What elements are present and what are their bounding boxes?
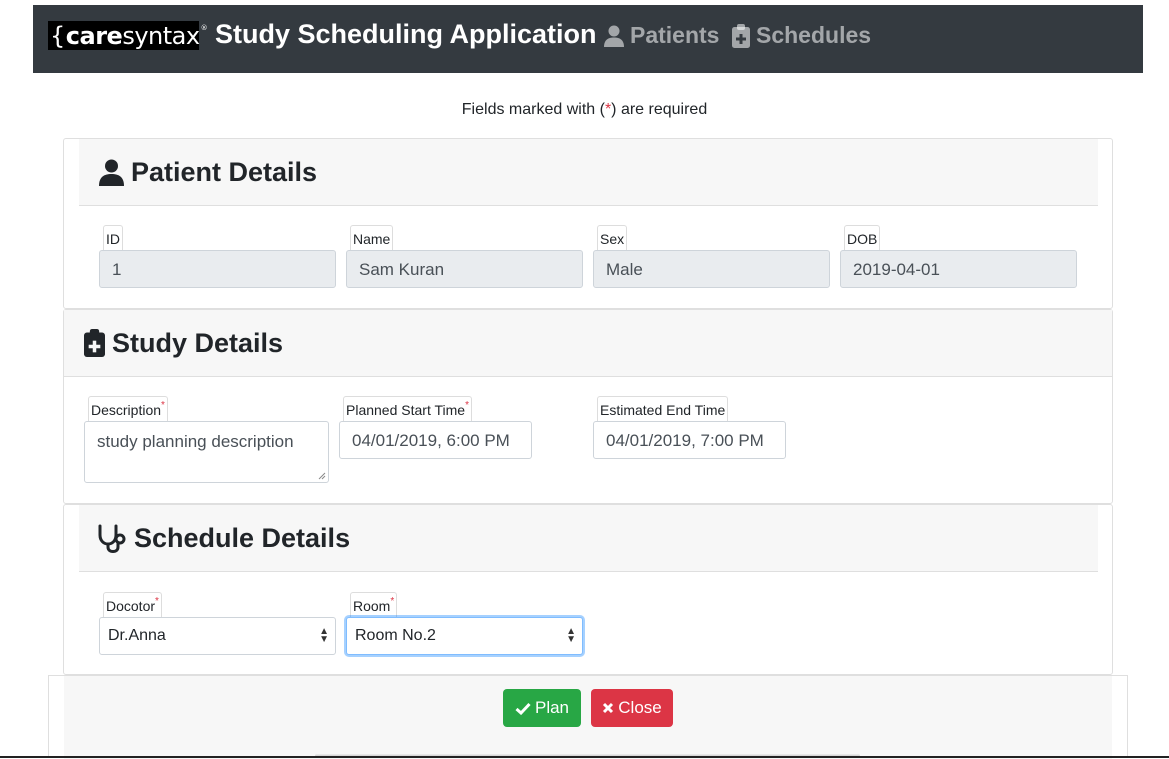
schedule-details-card: Schedule Details Docotor* Dr.Anna ▲ ▼ Roo…	[63, 504, 1113, 675]
description-label-text: Description	[91, 402, 162, 418]
room-selected-value: Room No.2	[355, 627, 436, 644]
schedule-details-title: Schedule Details	[134, 522, 351, 553]
form-footer: Plan Close	[48, 675, 1128, 759]
room-select[interactable]: Room No.2 ▲ ▼	[346, 617, 583, 655]
required-fields-note: Fields marked with (*) are required	[0, 101, 1169, 119]
doctor-label: Docotor*	[103, 592, 162, 617]
nav-patients-link[interactable]: Patients	[604, 22, 719, 49]
patient-dob-input[interactable]: 2019-04-01	[840, 250, 1077, 288]
schedule-details-header: Schedule Details	[79, 505, 1098, 572]
room-required-mark: *	[390, 596, 395, 607]
select-arrows-icon: ▲ ▼	[319, 626, 329, 645]
patient-id-label: ID	[103, 225, 123, 250]
caresyntax-logo[interactable]: { care syntax ®	[48, 21, 208, 50]
study-details-card: Study Details Description* study plannin…	[63, 309, 1113, 504]
stethoscope-icon	[98, 524, 126, 553]
clipboard-medical-icon	[84, 329, 105, 357]
doctor-required-mark: *	[155, 596, 159, 607]
estimated-end-input[interactable]: 04/01/2019, 7:00 PM	[593, 421, 786, 459]
plan-button[interactable]: Plan	[503, 689, 581, 727]
close-icon	[603, 702, 614, 714]
required-note-before: Fields marked with (	[461, 101, 605, 118]
room-label-text: Room	[353, 598, 391, 614]
doctor-selected-value: Dr.Anna	[108, 627, 166, 644]
patient-dob-label: DOB	[844, 225, 881, 250]
description-textarea[interactable]: study planning description	[84, 421, 329, 483]
patient-details-card: Patient Details ID 1 Name Sam Kuran Sex …	[63, 138, 1113, 309]
select-arrows-icon: ▲ ▼	[566, 626, 576, 645]
nav-schedules-link[interactable]: Schedules	[732, 22, 871, 49]
doctor-select[interactable]: Dr.Anna ▲ ▼	[99, 617, 336, 655]
required-note-after: ) are required	[611, 101, 708, 118]
patient-details-title: Patient Details	[131, 156, 318, 187]
logo-registered-mark: ®	[200, 24, 208, 32]
planned-start-label-text: Planned Start Time	[346, 402, 466, 418]
room-label: Room*	[350, 592, 398, 617]
description-required-mark: *	[161, 400, 165, 411]
study-details-header: Study Details	[64, 310, 1112, 377]
patient-id-input[interactable]: 1	[99, 250, 336, 288]
patient-name-label: Name	[350, 225, 394, 250]
description-label: Description*	[88, 396, 168, 421]
user-icon	[604, 25, 624, 47]
nav-patients-label: Patients	[630, 22, 720, 48]
user-icon	[99, 159, 124, 186]
navbar: { care syntax ® Study Scheduling Applica…	[33, 5, 1143, 73]
logo-care: care	[65, 21, 123, 50]
resize-grip-icon[interactable]	[318, 472, 326, 480]
clipboard-medical-icon	[732, 23, 750, 48]
planned-start-label: Planned Start Time*	[343, 396, 472, 421]
patient-name-input[interactable]: Sam Kuran	[346, 250, 583, 288]
logo-brace: {	[50, 21, 65, 50]
patient-details-header: Patient Details	[79, 139, 1098, 206]
logo-syntax: syntax	[122, 21, 200, 50]
close-button-label: Close	[618, 698, 662, 717]
patient-sex-label: Sex	[597, 225, 628, 250]
description-value: study planning description	[97, 432, 294, 451]
patient-sex-input[interactable]: Male	[593, 250, 830, 288]
estimated-end-label: Estimated End Time	[597, 396, 729, 421]
footer-actions: Plan Close	[64, 676, 1112, 759]
plan-button-label: Plan	[534, 698, 570, 717]
planned-start-required-mark: *	[465, 400, 469, 411]
doctor-label-text: Docotor	[106, 598, 156, 614]
close-button[interactable]: Close	[591, 689, 673, 727]
nav-schedules-label: Schedules	[756, 22, 872, 48]
planned-start-input[interactable]: 04/01/2019, 6:00 PM	[339, 421, 532, 459]
study-details-title: Study Details	[112, 327, 284, 358]
check-icon	[515, 702, 531, 715]
app-title[interactable]: Study Scheduling Application	[215, 19, 597, 50]
